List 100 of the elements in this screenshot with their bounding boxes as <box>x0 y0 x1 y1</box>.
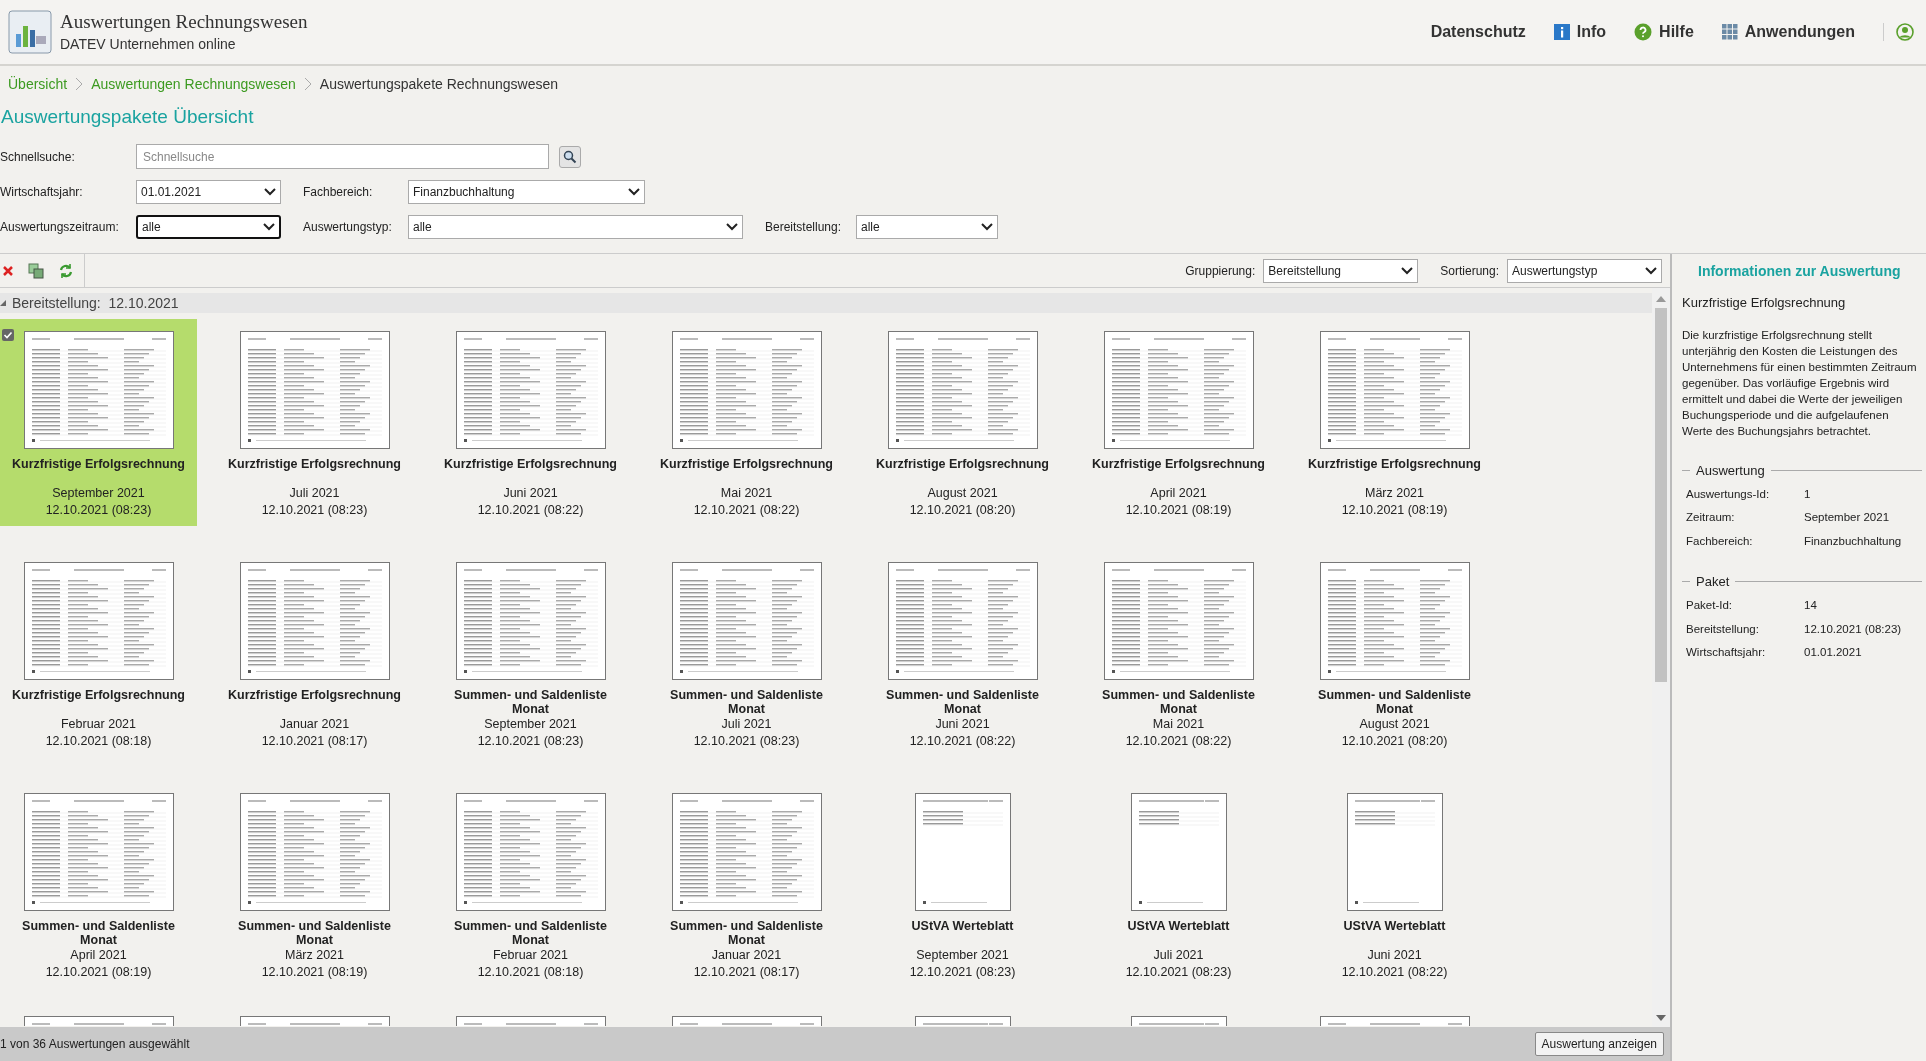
report-tile[interactable]: UStVA Werteblatt September 2021 12.10.2021 (08:23) <box>864 781 1061 988</box>
app-title: Auswertungen Rechnungswesen <box>60 9 308 34</box>
report-period: Juli 2021 <box>721 716 772 733</box>
header-nav-link[interactable]: Anwendungen <box>1721 20 1855 44</box>
dropdown[interactable]: Bereitstellung <box>1263 258 1419 283</box>
report-title: Summen- und Saldenliste Monat <box>454 919 607 947</box>
field-label: Schnellsuche: <box>0 148 76 166</box>
report-tile[interactable]: Summen- und Saldenliste Monat September 2021 12.10.2021 (08:23) <box>432 550 629 757</box>
refresh-icon <box>58 262 74 279</box>
report-period: April 2021 <box>1150 485 1207 502</box>
report-title: Summen- und Saldenliste Monat <box>22 919 175 947</box>
report-tile[interactable]: Summen- und Saldenliste Monat Juni 2021 12.10.2021 (08:22) <box>864 550 1061 757</box>
breadcrumb-separator-icon <box>303 77 312 91</box>
report-period: Februar 2021 <box>492 947 569 964</box>
report-period: März 2021 <box>1364 485 1425 502</box>
report-tile[interactable]: Kurzfristige Erfolgsrechnung Mai 2021 12.10.2021 (08:22) <box>648 319 845 526</box>
report-tile[interactable]: Summen- und Saldenliste Monat August 2021 12.10.2021 (08:20) <box>1296 550 1493 757</box>
copy-icon <box>28 262 44 279</box>
search-button[interactable] <box>559 145 581 168</box>
info-value: 12.10.2021 (08:23) <box>1804 621 1902 637</box>
breadcrumb-current: Auswertungspakete Rechnungswesen <box>319 74 558 94</box>
refresh-button[interactable] <box>58 262 74 279</box>
report-tile[interactable]: Kurzfristige Erfolgsrechnung Juni 2021 12.10.2021 (08:22) <box>432 319 629 526</box>
dropdown[interactable]: Finanzbuchhaltung <box>408 180 645 204</box>
header-nav-link[interactable]: Info <box>1553 20 1607 44</box>
field-label: Bereitstellung: <box>765 219 843 236</box>
copy-button[interactable] <box>28 262 44 279</box>
group-header[interactable]: Bereitstellung: 12.10.2021 <box>0 293 1652 313</box>
show-report-button[interactable]: Auswertung anzeigen <box>1534 1032 1664 1056</box>
info-value: 14 <box>1804 598 1817 614</box>
search-icon <box>563 149 577 164</box>
report-tile[interactable]: Kurzfristige Erfolgsrechnung September 2021 12.10.2021 (08:23) <box>0 319 197 526</box>
field-label: Sortierung: <box>1440 262 1499 280</box>
report-tile[interactable]: Kurzfristige Erfolgsrechnung April 2021 12.10.2021 (08:19) <box>1080 319 1277 526</box>
breadcrumb-separator-icon <box>75 77 84 91</box>
report-period: Mai 2021 <box>1152 716 1205 733</box>
dropdown[interactable]: alle <box>136 215 281 239</box>
report-title: Kurzfristige Erfolgsrechnung <box>660 457 833 471</box>
report-tile[interactable]: Kurzfristige Erfolgsrechnung März 2021 12.10.2021 (08:19) <box>1296 319 1493 526</box>
report-title: Kurzfristige Erfolgsrechnung <box>876 457 1049 471</box>
report-period: April 2021 <box>70 947 127 964</box>
checkbox-checked[interactable] <box>2 329 14 341</box>
report-title: Summen- und Saldenliste Monat <box>1102 688 1255 716</box>
report-tile[interactable]: UStVA Werteblatt Juli 2021 12.10.2021 (08:23) <box>1080 781 1277 988</box>
report-timestamp: 12.10.2021 (08:20) <box>909 502 1016 519</box>
report-tile[interactable]: Summen- und Saldenliste Monat Juli 2021 12.10.2021 (08:23) <box>648 550 845 757</box>
dropdown[interactable]: 01.01.2021 <box>136 180 281 204</box>
report-title: Kurzfristige Erfolgsrechnung <box>12 688 185 702</box>
chevron-down-icon <box>628 188 640 196</box>
section-title: Auswertung <box>1696 461 1765 480</box>
info-label: Paket-Id: <box>1686 598 1734 614</box>
report-tile[interactable]: Kurzfristige Erfolgsrechnung August 2021 12.10.2021 (08:20) <box>864 319 1061 526</box>
chevron-down-icon <box>1645 266 1657 275</box>
report-period: Juni 2021 <box>935 716 990 733</box>
chevron-down-icon <box>1401 266 1414 275</box>
dropdown[interactable]: alle <box>408 215 743 239</box>
search-field[interactable]: Schnellsuche <box>136 144 549 169</box>
report-tile[interactable]: Summen- und Saldenliste Monat Januar 2021 12.10.2021 (08:17) <box>648 781 845 988</box>
report-tile[interactable]: Summen- und Saldenliste Monat Mai 2021 12.10.2021 (08:22) <box>1080 550 1277 757</box>
app-grid-icon <box>1721 24 1738 40</box>
field-label: Auswertungszeitraum: <box>0 219 120 236</box>
dropdown[interactable]: alle <box>856 215 998 239</box>
delete-button[interactable] <box>2 264 14 277</box>
report-tile[interactable]: Kurzfristige Erfolgsrechnung Februar 2021 12.10.2021 (08:18) <box>0 550 197 757</box>
report-period: September 2021 <box>484 716 577 733</box>
field-label: Wirtschaftsjahr: <box>0 184 84 201</box>
report-tile[interactable]: Kurzfristige Erfolgsrechnung Juli 2021 12.10.2021 (08:23) <box>216 319 413 526</box>
info-label: Fachbereich: <box>1686 533 1754 549</box>
report-tile[interactable]: Summen- und Saldenliste Monat Februar 2021 12.10.2021 (08:18) <box>432 781 629 988</box>
user-account-button[interactable] <box>1883 23 1914 41</box>
header-nav-link[interactable]: Datenschutz <box>1430 20 1526 44</box>
report-title: Summen- und Saldenliste Monat <box>670 688 823 716</box>
collapse-triangle-icon <box>0 300 6 306</box>
header-nav-link[interactable]: Hilfe <box>1634 20 1694 44</box>
scroll-up-icon[interactable] <box>1656 296 1666 302</box>
dropdown[interactable]: Auswertungstyp <box>1507 258 1662 283</box>
page-title: Auswertungspakete Übersicht <box>0 105 255 129</box>
report-tile[interactable]: UStVA Werteblatt Juni 2021 12.10.2021 (08:22) <box>1296 781 1493 988</box>
close-icon <box>2 264 14 277</box>
info-label: Zeitraum: <box>1686 510 1736 526</box>
report-timestamp: 12.10.2021 (08:18) <box>45 733 152 750</box>
scroll-down-icon[interactable] <box>1656 1015 1666 1021</box>
report-timestamp: 12.10.2021 (08:22) <box>909 733 1016 750</box>
app-subtitle: DATEV Unternehmen online <box>60 34 237 54</box>
report-title: UStVA Werteblatt <box>1127 919 1230 933</box>
report-timestamp: 12.10.2021 (08:18) <box>477 964 584 981</box>
selection-status: 1 von 36 Auswertungen ausgewählt <box>0 1036 190 1053</box>
report-timestamp: 12.10.2021 (08:19) <box>45 964 152 981</box>
report-title: Kurzfristige Erfolgsrechnung <box>12 457 185 471</box>
report-timestamp: 12.10.2021 (08:17) <box>261 733 368 750</box>
report-title: Summen- und Saldenliste Monat <box>670 919 823 947</box>
report-timestamp: 12.10.2021 (08:23) <box>693 733 800 750</box>
info-label: Wirtschaftsjahr: <box>1686 644 1767 660</box>
app-logo-icon <box>8 10 52 54</box>
report-title: UStVA Werteblatt <box>911 919 1014 933</box>
report-tile[interactable]: Summen- und Saldenliste Monat April 2021 12.10.2021 (08:19) <box>0 781 197 988</box>
report-tile[interactable]: Summen- und Saldenliste Monat März 2021 12.10.2021 (08:19) <box>216 781 413 988</box>
report-tile[interactable]: Kurzfristige Erfolgsrechnung Januar 2021 12.10.2021 (08:17) <box>216 550 413 757</box>
info-value: September 2021 <box>1804 510 1890 526</box>
report-timestamp: 12.10.2021 (08:20) <box>1341 733 1448 750</box>
